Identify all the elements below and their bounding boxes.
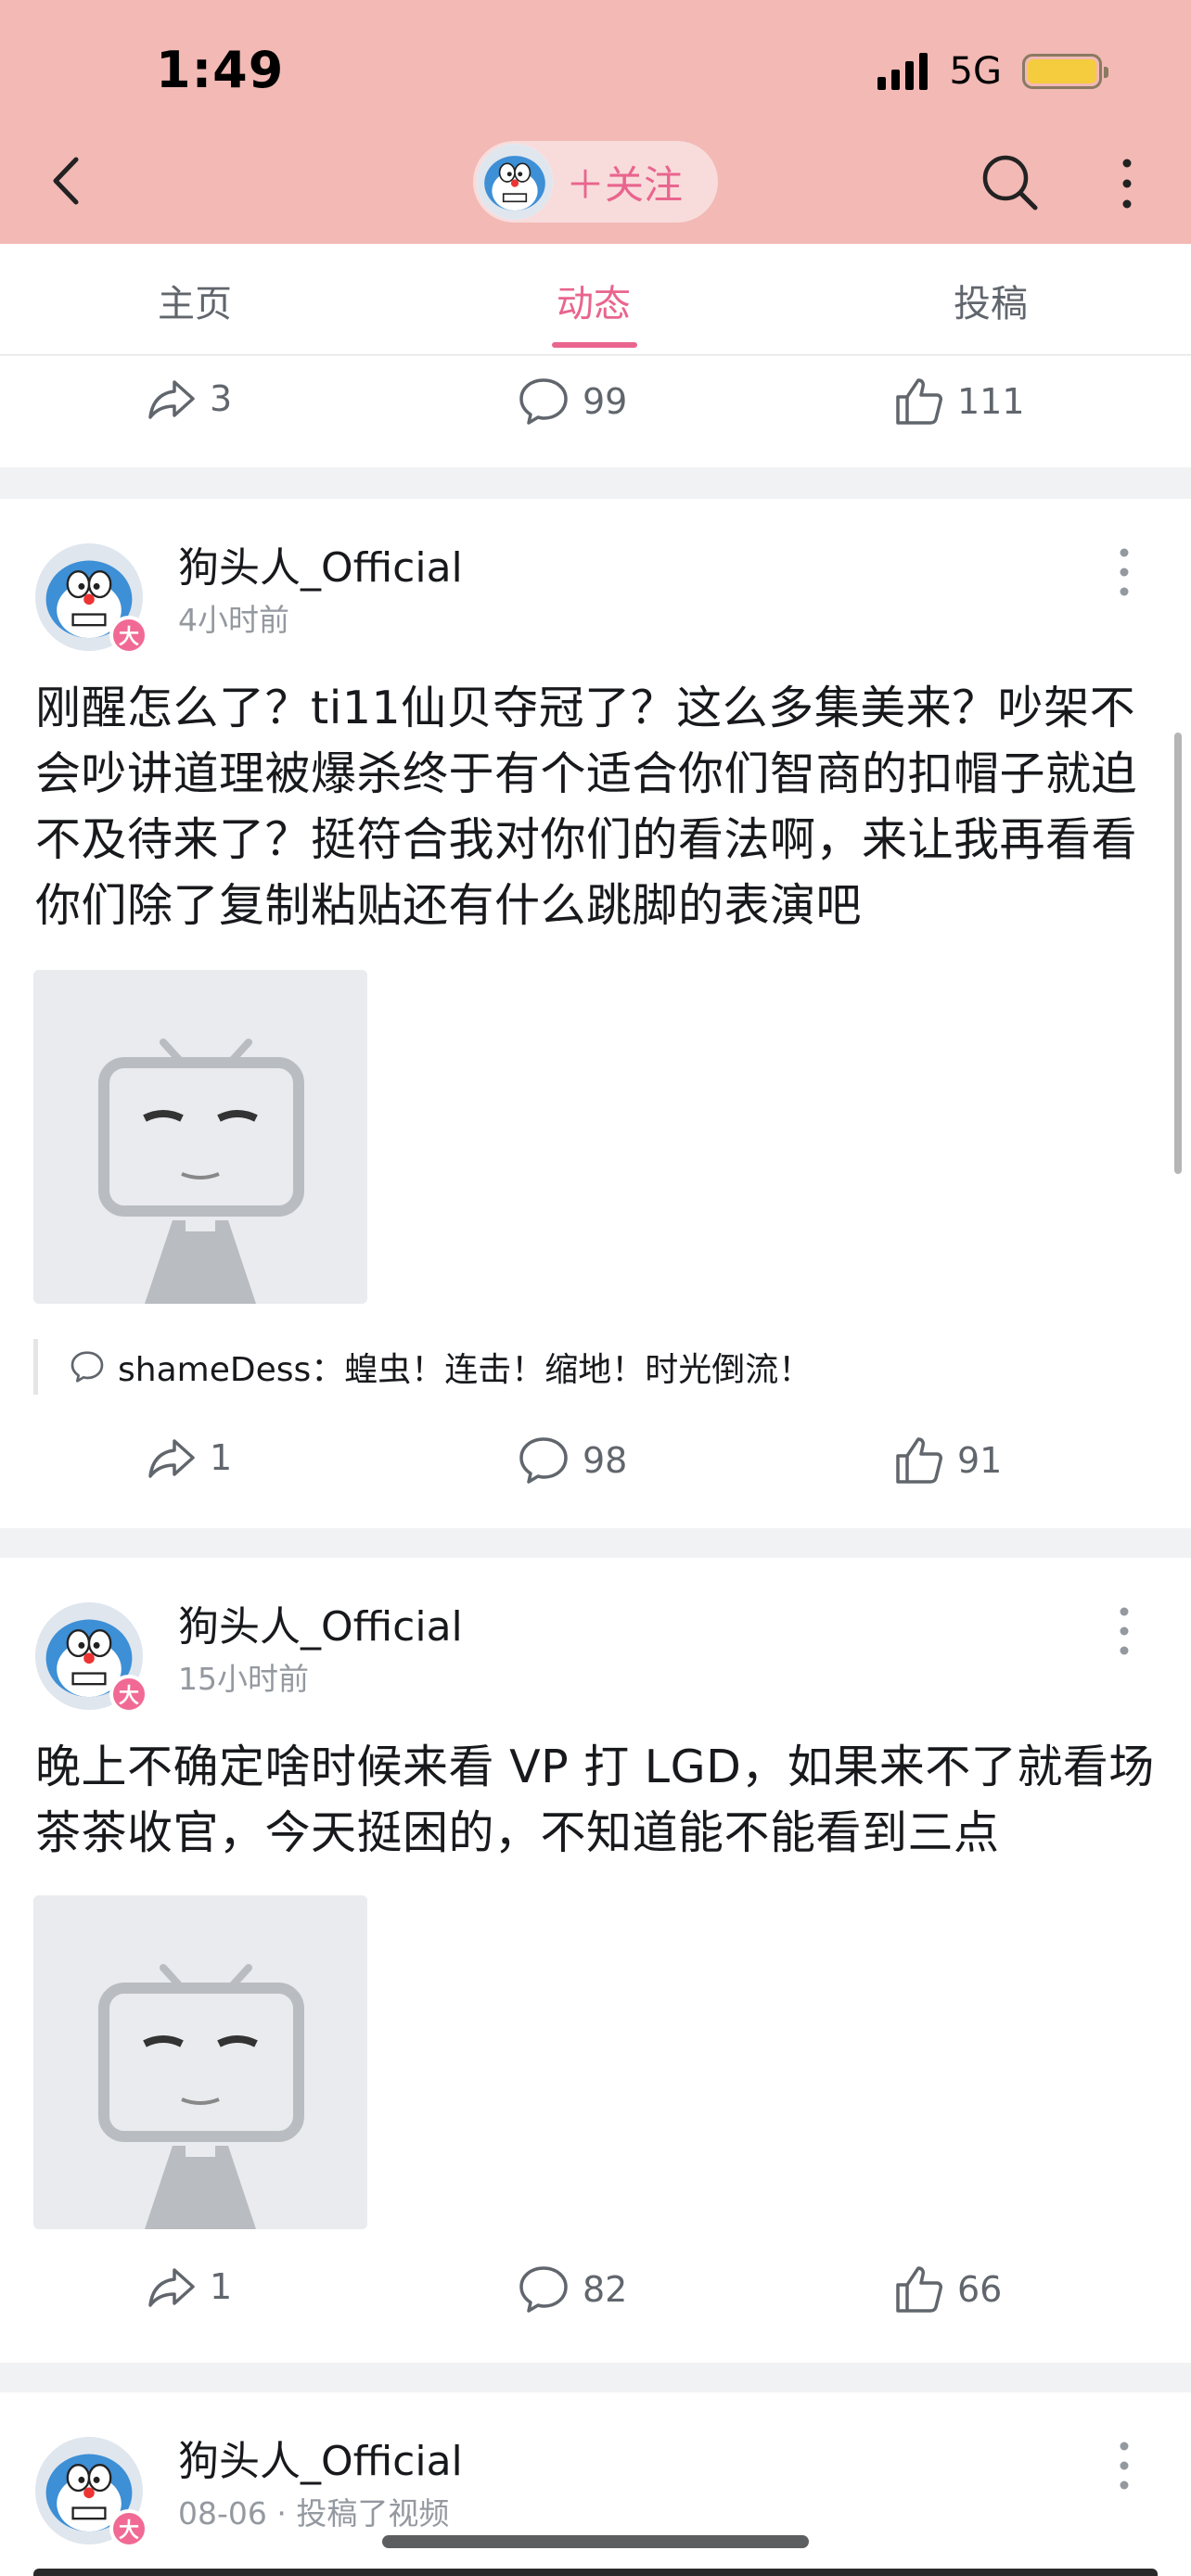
post-time: 4小时前 bbox=[178, 602, 289, 638]
comment-button[interactable]: 99 bbox=[518, 376, 627, 427]
vip-badge: 大 bbox=[109, 1675, 148, 1714]
post-card: 大 狗头人_Official 15小时前 晚上不确定啥时候来看 VP 打 LGD… bbox=[0, 1558, 1191, 2363]
forward-count: 3 bbox=[210, 378, 233, 419]
comment-preview[interactable]: shameDess：蝗虫！连击！缩地！时光倒流！ bbox=[33, 1339, 812, 1395]
thumbs-up-icon bbox=[896, 1437, 942, 1484]
comment-icon bbox=[519, 1437, 568, 1484]
like-button[interactable]: 91 bbox=[894, 1435, 1002, 1486]
post-text: 刚醒怎么了？ti11仙贝夺冠了？这么多集美来？吵架不会吵讲道理被爆杀终于有个适合… bbox=[35, 682, 1138, 932]
video-thumbnail[interactable] bbox=[33, 2569, 1158, 2576]
more-options-icon[interactable] bbox=[1115, 545, 1133, 599]
comment-count: 98 bbox=[583, 1440, 628, 1481]
more-options-icon[interactable] bbox=[1113, 156, 1141, 211]
like-count: 66 bbox=[957, 2269, 1003, 2310]
post-image[interactable] bbox=[33, 970, 367, 1304]
post-image[interactable] bbox=[33, 1895, 367, 2229]
forward-icon bbox=[148, 2268, 195, 2307]
post-card: 大 狗头人_Official 08-06 · 投稿了视频 bbox=[0, 2392, 1191, 2576]
comment-count: 99 bbox=[583, 381, 628, 422]
tab-submissions[interactable]: 投稿 bbox=[954, 274, 1028, 327]
more-options-icon[interactable] bbox=[1115, 2439, 1133, 2493]
tab-home[interactable]: 主页 bbox=[158, 274, 232, 327]
top-header: 1:49 5G ＋关注 bbox=[0, 0, 1191, 244]
more-options-icon[interactable] bbox=[1115, 1604, 1133, 1658]
battery-icon bbox=[1022, 54, 1108, 89]
tab-dynamics[interactable]: 动态 bbox=[557, 274, 631, 327]
post-text: 晚上不确定啥时候来看 VP 打 LGD，如果来不了就看场茶茶收官，今天挺困的，不… bbox=[35, 1741, 1155, 1859]
active-tab-indicator bbox=[552, 342, 637, 348]
avatar[interactable]: 大 bbox=[35, 543, 148, 655]
comment-button[interactable]: 82 bbox=[518, 2264, 627, 2315]
back-arrow-icon[interactable] bbox=[45, 148, 91, 213]
status-indicators: 5G bbox=[877, 46, 1108, 96]
comment-icon bbox=[519, 378, 568, 425]
forward-button[interactable]: 1 bbox=[147, 1435, 232, 1480]
like-button[interactable]: 111 bbox=[894, 376, 1025, 427]
thumbs-up-icon bbox=[896, 2266, 942, 2313]
like-count: 111 bbox=[957, 381, 1025, 422]
avatar[interactable]: 大 bbox=[35, 1602, 148, 1714]
follow-label: ＋关注 bbox=[566, 161, 684, 208]
like-count: 91 bbox=[957, 1440, 1003, 1481]
like-button[interactable]: 66 bbox=[894, 2264, 1002, 2315]
post-card-partial: 3 99 111 bbox=[0, 356, 1191, 467]
forward-button[interactable]: 3 bbox=[147, 376, 232, 421]
username[interactable]: 狗头人_Official bbox=[178, 2428, 463, 2487]
home-indicator[interactable] bbox=[382, 2535, 809, 2548]
avatar[interactable]: 大 bbox=[35, 2437, 148, 2548]
scrollbar[interactable] bbox=[1174, 733, 1182, 1174]
status-time: 1:49 bbox=[156, 41, 285, 99]
thumbs-up-icon bbox=[896, 378, 942, 425]
search-icon[interactable] bbox=[980, 152, 1041, 213]
post-time: 08-06 · 投稿了视频 bbox=[178, 2495, 450, 2531]
vip-badge: 大 bbox=[109, 616, 148, 655]
comment-preview-text: shameDess：蝗虫！连击！缩地！时光倒流！ bbox=[118, 1351, 813, 1389]
forward-icon bbox=[148, 380, 195, 419]
comment-icon bbox=[70, 1351, 104, 1383]
signal-icon bbox=[877, 53, 933, 90]
forward-button[interactable]: 1 bbox=[147, 2264, 232, 2309]
post-card: 大 狗头人_Official 4小时前 刚醒怎么了？ti11仙贝夺冠了？这么多集… bbox=[0, 499, 1191, 1528]
username[interactable]: 狗头人_Official bbox=[178, 534, 463, 593]
forward-count: 1 bbox=[210, 1437, 233, 1478]
vip-badge: 大 bbox=[109, 2509, 148, 2548]
tab-bar: 主页 动态 投稿 bbox=[0, 244, 1191, 355]
avatar bbox=[477, 144, 553, 220]
comment-icon bbox=[519, 2266, 568, 2313]
forward-count: 1 bbox=[210, 2266, 233, 2307]
follow-button[interactable]: ＋关注 bbox=[473, 141, 718, 223]
comment-count: 82 bbox=[583, 2269, 628, 2310]
username[interactable]: 狗头人_Official bbox=[178, 1593, 463, 1652]
post-time: 15小时前 bbox=[178, 1661, 309, 1697]
network-type: 5G bbox=[949, 50, 1002, 93]
forward-icon bbox=[148, 1439, 195, 1478]
comment-button[interactable]: 98 bbox=[518, 1435, 627, 1486]
